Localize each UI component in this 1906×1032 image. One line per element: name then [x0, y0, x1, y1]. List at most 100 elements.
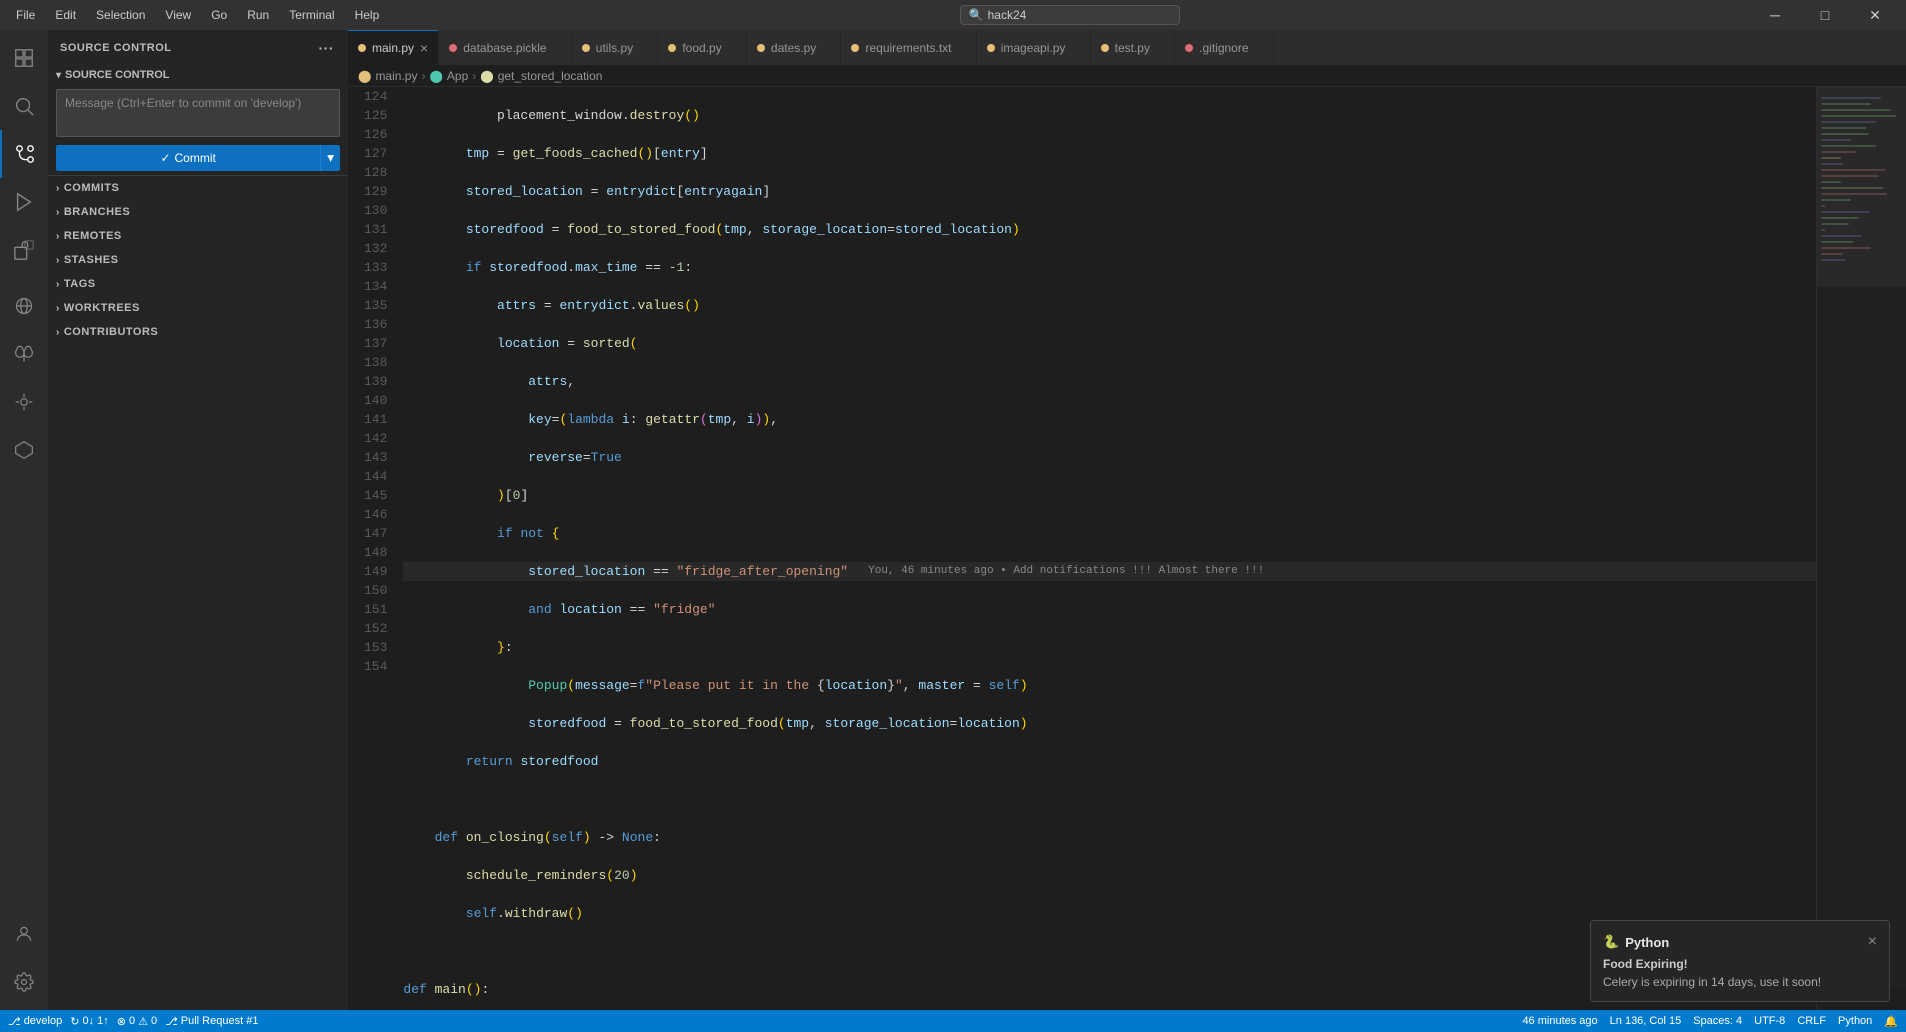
minimap[interactable] — [1816, 87, 1906, 1010]
tab-dot-imageapi — [987, 44, 995, 52]
notification-close-button[interactable]: × — [1868, 933, 1877, 951]
status-branch[interactable]: ⎇ develop — [8, 1015, 62, 1028]
status-errors[interactable]: ⊗ 0 ⚠ 0 — [117, 1015, 157, 1028]
sidebar-header: SOURCE CONTROL ··· — [48, 30, 348, 65]
status-pullrequest[interactable]: ⎇ Pull Request #1 — [165, 1015, 258, 1028]
menu-run[interactable]: Run — [239, 6, 277, 24]
activity-account[interactable] — [0, 910, 48, 958]
commit-message-input[interactable] — [56, 89, 340, 137]
tab-database[interactable]: database.pickle × — [439, 30, 572, 65]
status-eol[interactable]: CRLF — [1797, 1015, 1826, 1027]
status-warning-count: 0 — [151, 1015, 157, 1027]
status-language[interactable]: Python — [1838, 1015, 1872, 1027]
code-line-132: key=(lambda i: getattr(tmp, i)), — [403, 410, 1816, 429]
sc-section-header[interactable]: ▾ SOURCE CONTROL — [48, 65, 348, 85]
tab-label-imageapi: imageapi.py — [1001, 41, 1066, 55]
tab-dot-database — [449, 44, 457, 52]
tags-section[interactable]: › TAGS — [48, 272, 348, 296]
status-error-count: 0 — [129, 1015, 135, 1027]
tab-label-food: food.py — [682, 41, 721, 55]
notification-title: 🐍 Python — [1603, 934, 1669, 950]
status-position[interactable]: Ln 136, Col 15 — [1610, 1015, 1682, 1027]
activity-source-control[interactable] — [0, 130, 48, 178]
activity-remote[interactable] — [0, 282, 48, 330]
breadcrumb-function[interactable]: get_stored_location — [498, 69, 603, 83]
pr-icon: ⎇ — [165, 1015, 178, 1028]
menu-selection[interactable]: Selection — [88, 6, 153, 24]
contributors-chevron-icon: › — [56, 327, 60, 338]
menu-view[interactable]: View — [157, 6, 199, 24]
tab-imageapi[interactable]: imageapi.py × — [977, 30, 1091, 65]
tab-close-mainpy[interactable]: × — [420, 40, 428, 56]
menu-file[interactable]: File — [8, 6, 43, 24]
search-icon: 🔍 — [969, 8, 984, 22]
commit-dropdown-button[interactable]: ▾ — [320, 145, 340, 171]
breadcrumb-dot2-icon: ⬤ — [429, 69, 442, 83]
sidebar-more-icon[interactable]: ··· — [317, 38, 337, 58]
remotes-label: REMOTES — [64, 230, 122, 242]
maximize-button[interactable]: □ — [1802, 0, 1848, 30]
git-branch-icon: ⎇ — [8, 1015, 21, 1028]
tab-label-gitignore: .gitignore — [1199, 41, 1248, 55]
window-controls: ─ □ ✕ — [1752, 0, 1898, 30]
tab-dates[interactable]: dates.py × — [747, 30, 842, 65]
status-notifications[interactable]: 46 minutes ago — [1522, 1015, 1597, 1027]
code-line-144: schedule_reminders(20) — [403, 866, 1816, 885]
activity-gitlens[interactable] — [0, 378, 48, 426]
status-bell[interactable]: 🔔 — [1884, 1015, 1898, 1028]
activity-gitlens2[interactable] — [0, 426, 48, 474]
close-button[interactable]: ✕ — [1852, 0, 1898, 30]
code-line-141: return storedfood — [403, 752, 1816, 771]
breadcrumb-mainpy[interactable]: main.py — [375, 69, 417, 83]
minimize-button[interactable]: ─ — [1752, 0, 1798, 30]
menu-help[interactable]: Help — [347, 6, 388, 24]
notification-title-text: Food Expiring! — [1603, 957, 1877, 971]
tab-requirements[interactable]: requirements.txt × — [841, 30, 976, 65]
code-line-133: reverse=True — [403, 448, 1816, 467]
titlebar-menu: File Edit Selection View Go Run Terminal… — [8, 6, 387, 24]
commits-section[interactable]: › COMMITS — [48, 176, 348, 200]
menu-go[interactable]: Go — [203, 6, 235, 24]
activity-debug[interactable] — [0, 178, 48, 226]
status-spaces[interactable]: Spaces: 4 — [1693, 1015, 1742, 1027]
code-line-136: stored_location == "fridge_after_opening… — [403, 562, 1816, 581]
code-container[interactable]: 124 125 126 127 128 129 130 131 132 133 … — [348, 87, 1906, 1010]
sidebar-header-icons: ··· — [317, 38, 337, 58]
activity-settings[interactable] — [0, 958, 48, 1006]
tab-label-mainpy: main.py — [372, 41, 414, 55]
status-position-label: Ln 136, Col 15 — [1610, 1015, 1682, 1027]
breadcrumb-app[interactable]: App — [447, 69, 468, 83]
activity-extensions[interactable] — [0, 226, 48, 274]
status-sync[interactable]: ↻ 0↓ 1↑ — [70, 1015, 109, 1028]
stashes-section[interactable]: › STASHES — [48, 248, 348, 272]
worktrees-section[interactable]: › WORKTREES — [48, 296, 348, 320]
breadcrumb-dot-icon: ⬤ — [358, 69, 371, 83]
commit-button[interactable]: ✓ Commit — [56, 145, 320, 171]
tab-food[interactable]: food.py × — [658, 30, 747, 65]
notification-header: 🐍 Python × — [1603, 933, 1877, 951]
tab-test[interactable]: test.py × — [1091, 30, 1176, 65]
activity-explorer[interactable] — [0, 34, 48, 82]
tab-mainpy[interactable]: main.py × — [348, 30, 439, 65]
code-line-137: and location == "fridge" — [403, 600, 1816, 619]
breadcrumb-fn-icon: ⬤ — [480, 69, 493, 83]
sidebar: SOURCE CONTROL ··· ▾ SOURCE CONTROL ✓ Co… — [48, 30, 348, 1010]
menu-terminal[interactable]: Terminal — [281, 6, 342, 24]
search-box[interactable]: 🔍 hack24 — [960, 5, 1180, 25]
code-line-134: )[0] — [403, 486, 1816, 505]
code-content[interactable]: placement_window.destroy() tmp = get_foo… — [395, 87, 1816, 1010]
menu-edit[interactable]: Edit — [47, 6, 84, 24]
activity-search[interactable] — [0, 82, 48, 130]
tab-utils[interactable]: utils.py × — [572, 30, 659, 65]
remotes-section[interactable]: › REMOTES — [48, 224, 348, 248]
code-line-140: storedfood = food_to_stored_food(tmp, st… — [403, 714, 1816, 733]
tab-bar: main.py × database.pickle × utils.py × f… — [348, 30, 1906, 65]
tab-gitignore[interactable]: .gitignore × — [1175, 30, 1274, 65]
status-pr-label: Pull Request #1 — [181, 1015, 259, 1027]
contributors-section[interactable]: › CONTRIBUTORS — [48, 320, 348, 344]
branches-section[interactable]: › BRANCHES — [48, 200, 348, 224]
breadcrumb: ⬤ main.py › ⬤ App › ⬤ get_stored_locatio… — [348, 65, 1906, 87]
status-encoding[interactable]: UTF-8 — [1754, 1015, 1785, 1027]
activity-test[interactable] — [0, 330, 48, 378]
code-line-138: }: — [403, 638, 1816, 657]
